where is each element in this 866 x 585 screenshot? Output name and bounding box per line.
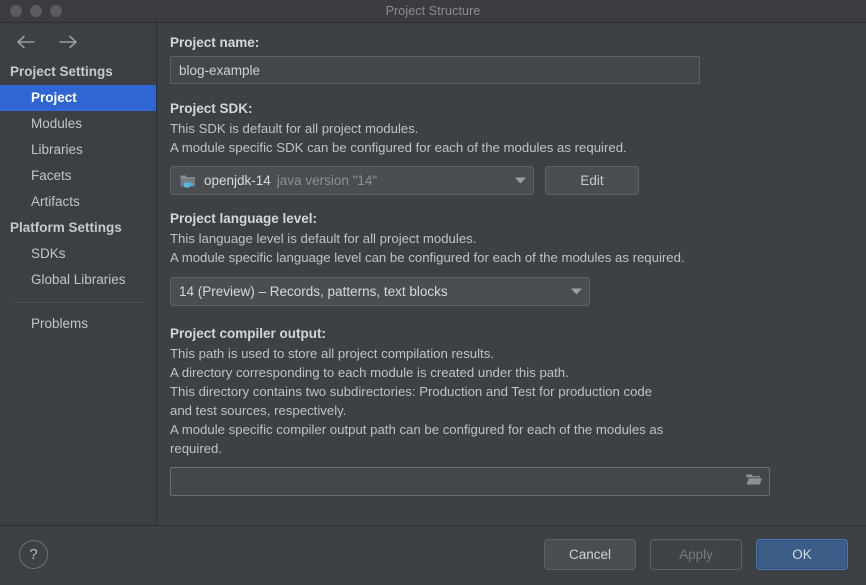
- project-structure-dialog: Project Structure Project Settings P: [0, 0, 866, 585]
- compiler-output-desc-line-6: required.: [170, 439, 866, 458]
- nav-buttons: [0, 23, 156, 59]
- help-button[interactable]: ?: [19, 540, 48, 569]
- window-title: Project Structure: [0, 4, 866, 18]
- minimize-dot[interactable]: [30, 5, 42, 17]
- project-name-input[interactable]: blog-example: [170, 56, 700, 84]
- back-button[interactable]: [14, 31, 40, 53]
- window-titlebar: Project Structure: [0, 0, 866, 23]
- sidebar-heading-project-settings: Project Settings: [0, 59, 156, 85]
- folder-open-icon[interactable]: [745, 472, 763, 492]
- footer-buttons: Cancel Apply OK: [544, 539, 848, 570]
- project-sdk-label: Project SDK:: [170, 99, 866, 118]
- sidebar-item-libraries[interactable]: Libraries: [0, 137, 156, 163]
- sidebar-divider: [12, 302, 144, 303]
- project-sdk-name: openjdk-14: [204, 173, 271, 188]
- settings-sidebar: Project Settings Project Modules Librari…: [0, 23, 157, 525]
- compiler-output-label: Project compiler output:: [170, 324, 866, 343]
- cancel-button[interactable]: Cancel: [544, 539, 636, 570]
- ok-button[interactable]: OK: [756, 539, 848, 570]
- language-level-label: Project language level:: [170, 209, 866, 228]
- sidebar-item-project[interactable]: Project: [0, 85, 156, 111]
- project-sdk-version: java version "14": [277, 173, 377, 188]
- sidebar-item-modules[interactable]: Modules: [0, 111, 156, 137]
- jdk-folder-icon: [179, 172, 197, 189]
- window-controls: [0, 5, 62, 17]
- project-settings-pane: Project name: blog-example Project SDK: …: [158, 23, 866, 525]
- sidebar-item-problems[interactable]: Problems: [0, 311, 156, 337]
- language-level-desc-line-1: This language level is default for all p…: [170, 229, 866, 248]
- compiler-output-desc-line-4: and test sources, respectively.: [170, 401, 866, 420]
- compiler-output-desc-line-5: A module specific compiler output path c…: [170, 420, 866, 439]
- language-level-value: 14 (Preview) – Records, patterns, text b…: [179, 284, 448, 299]
- sidebar-item-facets[interactable]: Facets: [0, 163, 156, 189]
- language-level-dropdown[interactable]: 14 (Preview) – Records, patterns, text b…: [170, 277, 590, 306]
- sidebar-item-artifacts[interactable]: Artifacts: [0, 189, 156, 215]
- project-name-label: Project name:: [170, 33, 866, 52]
- compiler-output-desc-line-3: This directory contains two subdirectori…: [170, 382, 866, 401]
- maximize-dot[interactable]: [50, 5, 62, 17]
- sidebar-item-sdks[interactable]: SDKs: [0, 241, 156, 267]
- project-name-value: blog-example: [179, 63, 260, 78]
- forward-button[interactable]: [54, 31, 80, 53]
- project-sdk-row: openjdk-14 java version "14" Edit: [170, 166, 866, 195]
- sidebar-heading-platform-settings: Platform Settings: [0, 215, 156, 241]
- sidebar-item-global-libraries[interactable]: Global Libraries: [0, 267, 156, 293]
- compiler-output-desc-line-1: This path is used to store all project c…: [170, 344, 866, 363]
- arrow-right-icon: [57, 35, 77, 49]
- project-sdk-desc-line-2: A module specific SDK can be configured …: [170, 138, 866, 157]
- arrow-left-icon: [17, 35, 37, 49]
- chevron-down-icon[interactable]: [560, 287, 583, 296]
- apply-button[interactable]: Apply: [650, 539, 742, 570]
- chevron-down-icon[interactable]: [504, 176, 527, 185]
- language-level-desc-line-2: A module specific language level can be …: [170, 248, 866, 267]
- compiler-output-desc-line-2: A directory corresponding to each module…: [170, 363, 866, 382]
- edit-sdk-button[interactable]: Edit: [545, 166, 639, 195]
- compiler-output-input[interactable]: [170, 467, 770, 496]
- dialog-footer: ? Cancel Apply OK: [0, 525, 866, 585]
- close-dot[interactable]: [10, 5, 22, 17]
- project-sdk-desc-line-1: This SDK is default for all project modu…: [170, 119, 866, 138]
- project-sdk-dropdown[interactable]: openjdk-14 java version "14": [170, 166, 534, 195]
